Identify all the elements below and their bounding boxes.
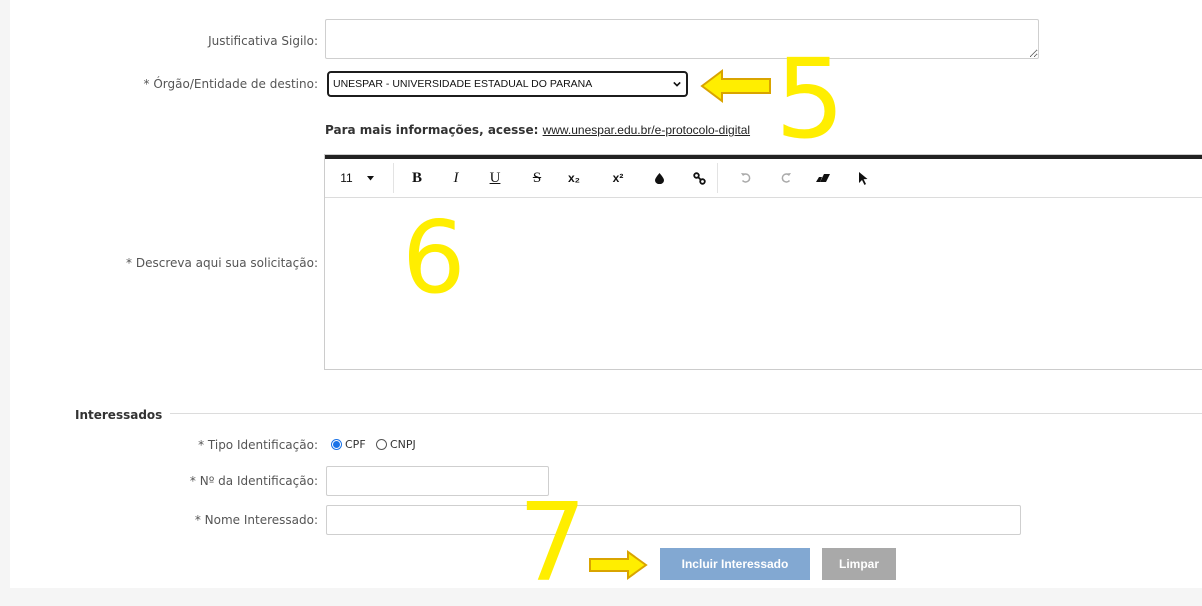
descreva-label: * Descreva aqui sua solicitação:: [126, 256, 318, 270]
subscript-icon[interactable]: x₂: [565, 170, 583, 186]
annotation-step-5: 5: [775, 35, 845, 163]
limpar-button[interactable]: Limpar: [822, 548, 896, 580]
chevron-down-icon: [673, 81, 681, 87]
annotation-step-6: 6: [402, 199, 466, 316]
cnpj-label: CNPJ: [390, 438, 416, 451]
info-text: Para mais informações, acesse: www.unesp…: [325, 123, 751, 137]
italic-icon[interactable]: I: [449, 170, 463, 186]
eraser-icon[interactable]: [815, 170, 831, 186]
annotation-step-7: 7: [518, 481, 587, 606]
cnpj-radio[interactable]: [376, 439, 387, 450]
color-drop-icon[interactable]: [653, 170, 665, 186]
cpf-label: CPF: [345, 438, 366, 451]
incluir-interessado-button[interactable]: Incluir Interessado: [660, 548, 810, 580]
orgao-select[interactable]: UNESPAR - UNIVERSIDADE ESTADUAL DO PARAN…: [327, 71, 688, 97]
underline-icon[interactable]: U: [487, 170, 503, 186]
orgao-label: * Órgão/Entidade de destino:: [143, 77, 318, 91]
undo-icon[interactable]: [739, 170, 753, 186]
nome-interessado-label: * Nome Interessado:: [194, 513, 318, 527]
interessados-divider: [170, 413, 1202, 414]
orgao-select-value: UNESPAR - UNIVERSIDADE ESTADUAL DO PARAN…: [333, 78, 593, 90]
info-link[interactable]: www.unespar.edu.br/e-protocolo-digital: [543, 123, 750, 137]
interessados-legend: Interessados: [75, 408, 163, 422]
numero-identificacao-input[interactable]: [326, 466, 549, 496]
cpf-radio[interactable]: [331, 439, 342, 450]
arrow-left-annotation: [700, 69, 771, 103]
superscript-icon[interactable]: x²: [609, 170, 627, 186]
strikethrough-icon[interactable]: S: [529, 170, 545, 186]
redo-icon[interactable]: [779, 170, 793, 186]
tipo-identificacao-label: * Tipo Identificação:: [198, 438, 318, 452]
caret-down-icon: [366, 175, 374, 180]
numero-identificacao-label: * Nº da Identificação:: [189, 474, 318, 488]
justificativa-label: Justificativa Sigilo:: [208, 34, 318, 48]
link-icon[interactable]: [691, 170, 707, 186]
pointer-cursor-icon: [857, 170, 869, 186]
nome-interessado-input[interactable]: [326, 505, 1021, 535]
font-size-select[interactable]: 11: [339, 170, 375, 186]
arrow-right-annotation: [589, 550, 648, 580]
editor-toolbar: 11 B I U S x₂ x²: [325, 159, 1202, 198]
bold-icon[interactable]: B: [409, 170, 425, 186]
justificativa-textarea[interactable]: [325, 19, 1039, 59]
